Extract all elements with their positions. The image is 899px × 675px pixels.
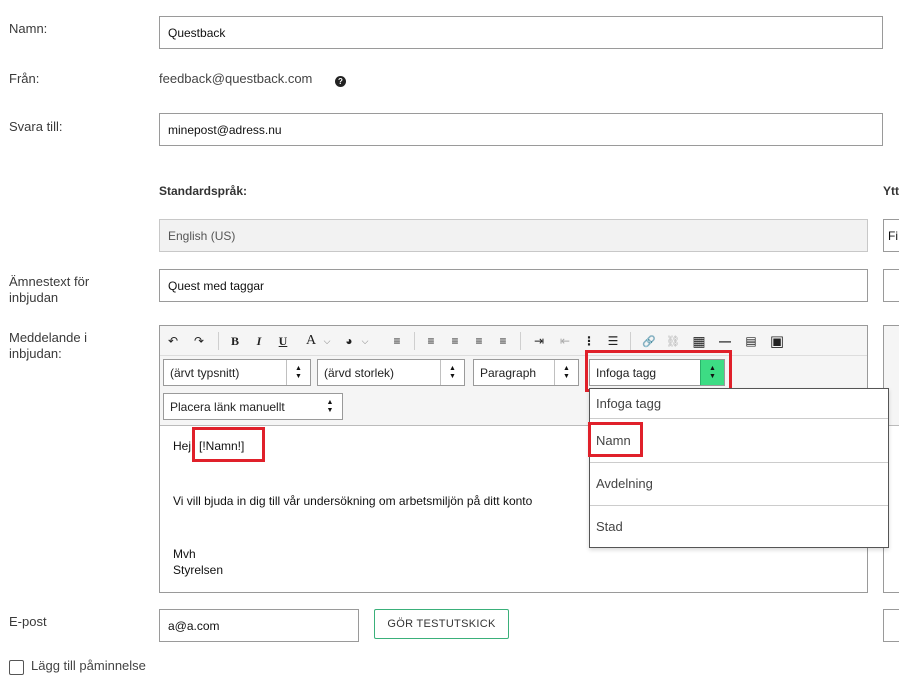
font-color-chevron-icon[interactable]: ⌵ bbox=[318, 332, 336, 350]
name-tag-highlight bbox=[192, 427, 265, 462]
source-code-icon[interactable]: ▤ bbox=[742, 332, 760, 350]
font-family-select-arrows-icon: ▲ ▼ bbox=[286, 360, 310, 385]
editor-greeting: Hej bbox=[173, 439, 192, 453]
toolbar-separator bbox=[520, 332, 521, 350]
indent-icon[interactable]: ⇥ bbox=[530, 332, 548, 350]
dropdown-divider bbox=[590, 462, 888, 463]
clear-format-icon[interactable]: ≡ bbox=[388, 332, 406, 350]
reply-to-label: Svara till: bbox=[9, 119, 63, 134]
subject-label: Ämnestext för inbjudan bbox=[9, 274, 89, 306]
unordered-list-icon[interactable]: ☰ bbox=[604, 332, 622, 350]
help-icon[interactable]: ? bbox=[335, 76, 346, 87]
default-language-field: English (US) bbox=[159, 219, 868, 252]
table-icon[interactable]: ▦ bbox=[690, 332, 708, 350]
other-language-header: Ytt bbox=[883, 184, 899, 198]
send-test-button[interactable]: GÖR TESTUTSKICK bbox=[374, 609, 509, 639]
paragraph-format-select-value: Paragraph bbox=[480, 365, 537, 380]
default-language-header: Standardspråk: bbox=[159, 184, 248, 198]
dropdown-item-department[interactable]: Avdelning bbox=[590, 468, 888, 498]
other-language-field[interactable]: Fi bbox=[883, 219, 899, 252]
align-center-icon[interactable]: ≡ bbox=[446, 332, 464, 350]
outdent-icon[interactable]: ⇤ bbox=[556, 332, 574, 350]
ordered-list-icon[interactable]: ⋮ bbox=[580, 332, 598, 350]
dropdown-item-insert-tag[interactable]: Infoga tagg bbox=[590, 389, 888, 419]
align-left-icon[interactable]: ≡ bbox=[422, 332, 440, 350]
paragraph-format-select-arrows-icon: ▲ ▼ bbox=[554, 360, 578, 385]
editor-toolbar-primary: ↶ ↷ B I U A ⌵ ◕ ⌵ ≡ ≡ ≡ ≡ ≡ ⇥ ⇤ ⋮ ☰ 🔗 ⛓ … bbox=[160, 326, 867, 356]
name-option-highlight bbox=[588, 422, 643, 457]
subject-label-line1: Ämnestext för bbox=[9, 274, 90, 289]
link-placement-select[interactable]: Placera länk manuellt ▲ ▼ bbox=[163, 393, 343, 420]
undo-icon[interactable]: ↶ bbox=[164, 332, 182, 350]
reply-to-input[interactable]: minepost@adress.nu bbox=[159, 113, 883, 146]
toolbar-separator bbox=[414, 332, 415, 350]
link-icon[interactable]: 🔗 bbox=[640, 332, 658, 350]
editor-sign-off: Mvh bbox=[173, 547, 196, 561]
add-reminder-label: Lägg till påminnelse bbox=[31, 658, 146, 673]
font-family-select[interactable]: (ärvt typsnitt) ▲ ▼ bbox=[163, 359, 311, 386]
align-right-icon[interactable]: ≡ bbox=[470, 332, 488, 350]
font-size-select-value: (ärvd storlek) bbox=[324, 365, 395, 380]
bold-icon[interactable]: B bbox=[226, 332, 244, 350]
link-placement-select-arrows-icon: ▲ ▼ bbox=[326, 398, 334, 414]
editor-body-text: Vi vill bjuda in dig till vår undersökni… bbox=[173, 494, 533, 508]
add-reminder-checkbox[interactable] bbox=[9, 660, 24, 675]
message-label: Meddelande i inbjudan: bbox=[9, 330, 87, 362]
test-email-input[interactable]: a@a.com bbox=[159, 609, 359, 642]
from-value: feedback@questback.com bbox=[159, 71, 313, 86]
background-color-chevron-icon[interactable]: ⌵ bbox=[356, 332, 374, 350]
font-size-select[interactable]: (ärvd storlek) ▲ ▼ bbox=[317, 359, 465, 386]
name-input[interactable]: Questback bbox=[159, 16, 883, 49]
dropdown-divider bbox=[590, 505, 888, 506]
image-icon[interactable]: ▣ bbox=[768, 332, 786, 350]
email-label: E-post bbox=[9, 614, 47, 629]
link-placement-select-value: Placera länk manuellt bbox=[170, 399, 285, 414]
dropdown-item-city[interactable]: Stad bbox=[590, 511, 888, 541]
toolbar-separator bbox=[630, 332, 631, 350]
message-label-line1: Meddelande i bbox=[9, 330, 88, 345]
editor-signature: Styrelsen bbox=[173, 563, 224, 577]
font-family-select-value: (ärvt typsnitt) bbox=[170, 365, 240, 380]
unlink-icon[interactable]: ⛓ bbox=[664, 332, 682, 350]
align-justify-icon[interactable]: ≡ bbox=[494, 332, 512, 350]
test-email-input-other-lang[interactable] bbox=[883, 609, 899, 642]
insert-tag-highlight bbox=[585, 350, 732, 392]
underline-icon[interactable]: U bbox=[274, 332, 292, 350]
horizontal-rule-icon[interactable]: — bbox=[716, 332, 734, 350]
insert-tag-dropdown: Infoga tagg Namn Avdelning Stad bbox=[589, 388, 889, 548]
name-label: Namn: bbox=[9, 21, 48, 36]
font-size-select-arrows-icon: ▲ ▼ bbox=[440, 360, 464, 385]
subject-input-other-lang[interactable] bbox=[883, 269, 899, 302]
redo-icon[interactable]: ↷ bbox=[190, 332, 208, 350]
paragraph-format-select[interactable]: Paragraph ▲ ▼ bbox=[473, 359, 579, 386]
subject-input[interactable]: Quest med taggar bbox=[159, 269, 868, 302]
message-label-line2: inbjudan: bbox=[9, 346, 62, 361]
from-label: Från: bbox=[9, 71, 40, 86]
italic-icon[interactable]: I bbox=[250, 332, 268, 350]
toolbar-separator bbox=[218, 332, 219, 350]
subject-label-line2: inbjudan bbox=[9, 290, 59, 305]
